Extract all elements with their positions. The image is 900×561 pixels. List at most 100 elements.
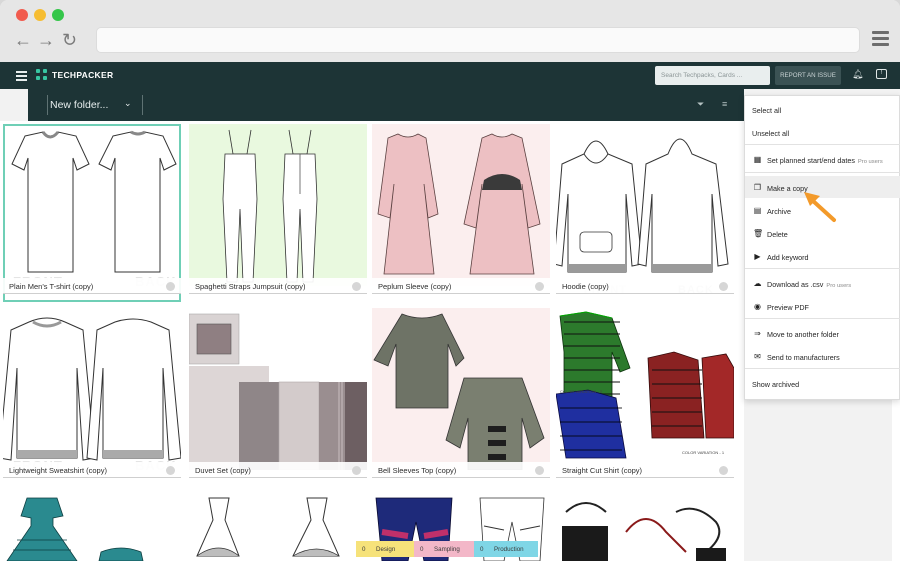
card-caption: Peplum Sleeve (copy) xyxy=(372,278,550,294)
select-radio[interactable] xyxy=(352,466,361,475)
card-caption: Plain Men's T-shirt (copy) xyxy=(3,278,181,294)
dress-sketch xyxy=(6,497,144,561)
color-variation-label: COLOR VARIATION - 1 xyxy=(682,450,725,455)
download-csv-item[interactable]: ☁ Download as .csv Pro users xyxy=(745,272,900,294)
divider xyxy=(745,144,900,145)
unselect-all-item[interactable]: Unselect all xyxy=(745,121,900,143)
chevron-down-icon[interactable]: ⌄ xyxy=(124,98,132,109)
forward-arrow-icon[interactable]: → xyxy=(37,30,55,50)
show-archived-item[interactable]: Show archived xyxy=(745,372,900,394)
select-all-item[interactable]: Select all xyxy=(745,98,900,120)
card-title: Bell Sleeves Top (copy) xyxy=(378,466,457,475)
select-radio[interactable] xyxy=(535,282,544,291)
browser-menu-icon[interactable] xyxy=(872,31,889,49)
filter-icon[interactable]: ⏷ xyxy=(697,99,704,110)
select-radio[interactable] xyxy=(352,282,361,291)
pointer-arrow-icon xyxy=(804,192,836,222)
techpack-card[interactable]: FRONT BACK Hoodie (copy) xyxy=(556,124,734,302)
techpack-card[interactable]: COLOR VARIATION - 2 COLOR VARIATION - 1 … xyxy=(556,308,734,486)
card-caption: Straight Cut Shirt (copy) xyxy=(556,462,734,478)
card-title: Plain Men's T-shirt (copy) xyxy=(9,282,94,291)
techpack-card[interactable]: FRONT BACK Plain Men's T-shirt (copy) xyxy=(3,124,181,302)
folder-select[interactable]: New folder... xyxy=(50,99,108,111)
archive-icon: ▤ xyxy=(753,206,762,215)
select-radio[interactable] xyxy=(166,466,175,475)
card-caption: Bell Sleeves Top (copy) xyxy=(372,462,550,478)
divider xyxy=(745,368,900,369)
production-status-pill[interactable]: 0 Production xyxy=(474,541,538,557)
calendar-icon: ▦ xyxy=(753,155,762,164)
move-icon: ⇒ xyxy=(754,329,761,338)
jumpsuit-sketch xyxy=(189,124,367,286)
feedback-icon[interactable]: ! xyxy=(876,69,887,79)
sort-icon[interactable]: ≡ xyxy=(722,99,727,109)
back-arrow-icon[interactable]: ← xyxy=(14,30,32,50)
notifications-bell-icon[interactable]: 🔔︎ xyxy=(852,69,863,80)
address-bar[interactable] xyxy=(96,27,860,53)
techpack-card[interactable]: Spaghetti Straps Jumpsuit (copy) xyxy=(189,124,367,302)
close-window-button[interactable] xyxy=(16,9,28,21)
techpacker-logo-icon xyxy=(36,69,47,80)
color-variation-label: COLOR VARIATION - 2 xyxy=(560,389,603,394)
duvet-set-sketch xyxy=(189,308,367,470)
select-radio[interactable] xyxy=(719,466,728,475)
card-title: Hoodie (copy) xyxy=(562,282,609,291)
right-gutter xyxy=(744,400,900,561)
report-issue-button[interactable]: REPORT AN ISSUE xyxy=(775,66,841,85)
techpack-card[interactable] xyxy=(3,492,181,561)
trash-icon: 🗑︎ xyxy=(753,229,764,238)
card-caption: Duvet Set (copy) xyxy=(189,462,367,478)
sampling-status-pill[interactable]: 0 Sampling xyxy=(414,541,474,557)
divider xyxy=(142,95,143,115)
brand-name: TECHPACKER xyxy=(52,70,114,80)
select-radio[interactable] xyxy=(166,282,175,291)
minimize-window-button[interactable] xyxy=(34,9,46,21)
cloud-download-icon: ☁ xyxy=(753,279,762,288)
card-title: Peplum Sleeve (copy) xyxy=(378,282,452,291)
techpack-card[interactable] xyxy=(556,492,734,561)
divider xyxy=(745,172,900,173)
browser-window: ← → ↻ TECHPACKER Search Techpacks, Cards… xyxy=(0,0,900,561)
techpack-grid: FRONT BACK Plain Men's T-shirt (copy) Sp… xyxy=(0,121,744,561)
techpack-card[interactable]: Bell Sleeves Top (copy) xyxy=(372,308,550,486)
divider xyxy=(47,95,48,115)
design-status-pill[interactable]: 0 Design xyxy=(356,541,414,557)
copy-icon: ❐ xyxy=(753,183,762,192)
card-title: Straight Cut Shirt (copy) xyxy=(562,466,643,475)
preview-pdf-item[interactable]: ◉ Preview PDF xyxy=(745,295,900,317)
peplum-dress-sketch xyxy=(372,124,550,286)
app-header: TECHPACKER Search Techpacks, Cards ... R… xyxy=(0,62,900,89)
divider xyxy=(745,268,900,269)
move-folder-item[interactable]: ⇒ Move to another folder xyxy=(745,322,900,344)
card-title: Spaghetti Straps Jumpsuit (copy) xyxy=(195,282,306,291)
send-manufacturers-item[interactable]: ✉ Send to manufacturers xyxy=(745,345,900,367)
select-radio[interactable] xyxy=(535,466,544,475)
sweatshirt-sketch xyxy=(3,317,181,461)
bag-sketch xyxy=(562,502,726,561)
techpack-card[interactable]: FRONT BACK Lightweight Sweatshirt (copy) xyxy=(3,308,181,486)
card-caption: Lightweight Sweatshirt (copy) xyxy=(3,462,181,478)
maximize-window-button[interactable] xyxy=(52,9,64,21)
hamburger-menu-icon[interactable] xyxy=(16,71,27,83)
status-pill-bar: 0 Design 0 Sampling 0 Production xyxy=(356,541,546,557)
card-caption: Spaghetti Straps Jumpsuit (copy) xyxy=(189,278,367,294)
card-title: Duvet Set (copy) xyxy=(195,466,251,475)
browser-titlebar: ← → ↻ xyxy=(0,0,900,62)
eye-icon: ◉ xyxy=(754,302,761,311)
bikini-sketch xyxy=(196,497,340,557)
mail-icon: ✉ xyxy=(754,352,761,361)
add-keyword-item[interactable]: ▶ Add keyword xyxy=(745,245,900,267)
bell-sleeves-top-sketch xyxy=(372,308,550,470)
reload-icon[interactable]: ↻ xyxy=(62,30,77,50)
divider xyxy=(745,318,900,319)
folder-toolbar: New folder... ⌄ ⏷ ≡ xyxy=(28,89,744,121)
set-dates-item[interactable]: ▦ Set planned start/end dates Pro users xyxy=(745,148,900,170)
techpack-card[interactable] xyxy=(189,492,367,561)
tag-icon: ▶ xyxy=(754,252,761,261)
bulk-actions-menu: Select all Unselect all ▦ Set planned st… xyxy=(744,95,900,400)
techpack-card[interactable]: Peplum Sleeve (copy) xyxy=(372,124,550,302)
select-radio[interactable] xyxy=(719,282,728,291)
card-title: Lightweight Sweatshirt (copy) xyxy=(9,466,107,475)
techpack-card[interactable]: Duvet Set (copy) xyxy=(189,308,367,486)
search-input[interactable]: Search Techpacks, Cards ... xyxy=(655,66,770,85)
